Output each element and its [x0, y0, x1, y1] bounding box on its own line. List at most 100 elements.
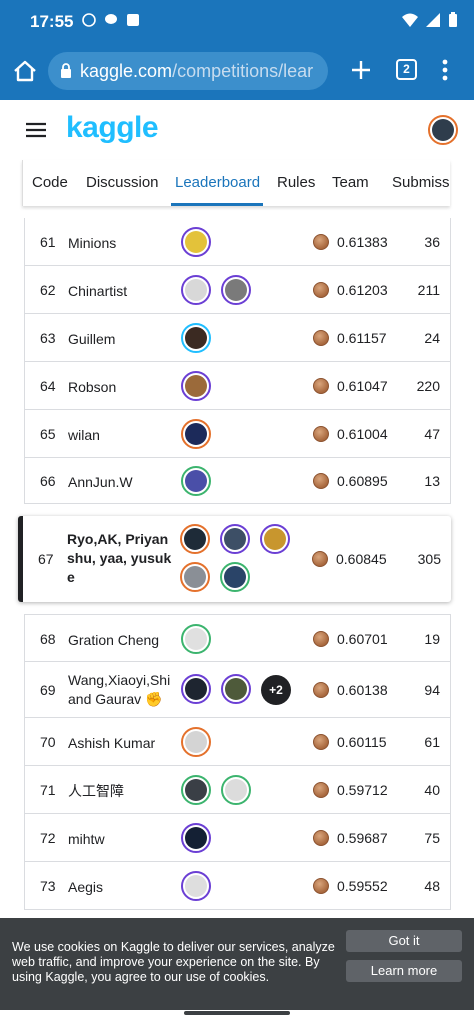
- address-bar[interactable]: kaggle.com/competitions/lear: [48, 52, 328, 90]
- score: 0.60845: [336, 551, 387, 567]
- entries-count: 19: [424, 631, 440, 647]
- member-avatar[interactable]: [181, 275, 211, 305]
- leaderboard-row[interactable]: 70 Ashish Kumar 0.60115 61: [24, 718, 451, 766]
- more-options-icon[interactable]: [438, 57, 452, 83]
- member-avatar[interactable]: [221, 775, 251, 805]
- member-avatar[interactable]: [181, 727, 211, 757]
- tab-code[interactable]: Code: [32, 174, 68, 191]
- team-name[interactable]: Robson: [68, 378, 116, 397]
- leaderboard-row[interactable]: 62 Chinartist 0.61203 211: [24, 266, 451, 314]
- entries-count: 94: [424, 682, 440, 698]
- leaderboard-row[interactable]: 65 wilan 0.61004 47: [24, 410, 451, 458]
- leaderboard-row[interactable]: 66 AnnJun.W 0.60895 13: [24, 458, 451, 504]
- score: 0.61004: [337, 426, 388, 442]
- leaderboard-row[interactable]: 69 Wang,Xiaoyi,Shi and Gaurav ✊ +2 0.601…: [24, 662, 451, 718]
- accept-cookies-button[interactable]: Got it: [346, 930, 462, 952]
- home-icon[interactable]: [12, 58, 38, 84]
- leaderboard-row[interactable]: 71 人工智障 0.59712 40: [24, 766, 451, 814]
- entries-count: 211: [417, 282, 440, 298]
- bronze-medal-icon: [313, 378, 329, 394]
- rank: 65: [40, 426, 56, 442]
- member-avatar[interactable]: [180, 524, 210, 554]
- leaderboard-row[interactable]: 68 Gration Cheng 0.60701 19: [24, 614, 451, 662]
- member-avatar[interactable]: [220, 524, 250, 554]
- score: 0.60701: [337, 631, 388, 647]
- bronze-medal-icon: [313, 426, 329, 442]
- team-name[interactable]: Aegis: [68, 878, 103, 897]
- bronze-medal-icon: [313, 830, 329, 846]
- tab-rules[interactable]: Rules: [277, 174, 315, 191]
- bronze-medal-icon: [313, 282, 329, 298]
- leaderboard-row[interactable]: 64 Robson 0.61047 220: [24, 362, 451, 410]
- tab-team[interactable]: Team: [332, 174, 369, 191]
- score: 0.61383: [337, 234, 388, 250]
- pay-icon: [127, 14, 139, 26]
- team-name[interactable]: Guillem: [68, 330, 115, 349]
- tab-leaderboard[interactable]: Leaderboard: [175, 174, 260, 191]
- team-name[interactable]: 人工智障: [68, 782, 124, 801]
- member-avatar[interactable]: [220, 562, 250, 592]
- entries-count: 61: [424, 734, 440, 750]
- score: 0.61157: [337, 330, 387, 346]
- team-name-line: shu, yaa, yusuk: [67, 550, 172, 566]
- team-name[interactable]: mihtw: [68, 830, 105, 849]
- team-name[interactable]: Wang,Xiaoyi,Shi and Gaurav ✊: [68, 671, 170, 709]
- member-avatar[interactable]: [181, 823, 211, 853]
- competition-tabs: Code Discussion Leaderboard Rules Team S…: [22, 160, 450, 206]
- more-members-badge[interactable]: +2: [261, 675, 291, 705]
- team-name[interactable]: Ryo,AK, Priyan shu, yaa, yusuk e: [67, 530, 175, 587]
- tab-switcher-button[interactable]: 2: [396, 59, 417, 80]
- status-time: 17:55: [30, 12, 74, 31]
- member-avatar[interactable]: [181, 323, 211, 353]
- tab-discussion[interactable]: Discussion: [86, 174, 159, 191]
- member-avatar[interactable]: [221, 275, 251, 305]
- kaggle-logo[interactable]: kaggle: [66, 111, 159, 145]
- member-avatar[interactable]: [260, 524, 290, 554]
- new-tab-icon[interactable]: [348, 57, 374, 83]
- team-name[interactable]: Chinartist: [68, 282, 127, 301]
- url-path: /competitions/lear: [172, 61, 314, 81]
- score: 0.60138: [337, 682, 388, 698]
- leaderboard-row[interactable]: 72 mihtw 0.59687 75: [24, 814, 451, 862]
- leaderboard-row[interactable]: 63 Guillem 0.61157 24: [24, 314, 451, 362]
- entries-count: 48: [424, 878, 440, 894]
- notification-icons: [82, 13, 140, 27]
- team-name-line: and Gaurav ✊: [68, 691, 163, 707]
- member-avatar[interactable]: [181, 674, 211, 704]
- rank: 66: [40, 473, 56, 489]
- tab-submissions[interactable]: Submissio: [392, 174, 450, 191]
- member-avatar[interactable]: [181, 466, 211, 496]
- cookie-message: We use cookies on Kaggle to deliver our …: [12, 940, 335, 984]
- member-avatar[interactable]: [180, 562, 210, 592]
- team-name[interactable]: Gration Cheng: [68, 631, 159, 650]
- member-avatar[interactable]: [181, 371, 211, 401]
- entries-count: 36: [424, 234, 440, 250]
- signal-icon: [426, 13, 440, 27]
- own-team-accent: [18, 516, 23, 602]
- team-name[interactable]: AnnJun.W: [68, 473, 133, 492]
- entries-count: 47: [424, 426, 440, 442]
- lock-icon: [61, 63, 71, 78]
- member-avatar[interactable]: [221, 674, 251, 704]
- url-host: kaggle.com: [80, 61, 173, 81]
- leaderboard-row-own-team[interactable]: 67 Ryo,AK, Priyan shu, yaa, yusuk e 0.60…: [18, 516, 451, 602]
- gesture-handle[interactable]: [184, 1011, 290, 1015]
- member-avatar[interactable]: [181, 624, 211, 654]
- browser-toolbar: kaggle.com/competitions/lear 2: [0, 44, 474, 100]
- leaderboard-row[interactable]: 61 Minions 0.61383 36: [24, 218, 451, 266]
- member-avatar[interactable]: [181, 419, 211, 449]
- member-avatar[interactable]: [181, 871, 211, 901]
- team-name[interactable]: Minions: [68, 234, 116, 253]
- member-avatar[interactable]: [181, 775, 211, 805]
- entries-count: 220: [416, 378, 440, 394]
- member-avatar[interactable]: [181, 227, 211, 257]
- leaderboard-row[interactable]: 73 Aegis 0.59552 48: [24, 862, 451, 910]
- team-name-line: Wang,Xiaoyi,Shi: [68, 672, 171, 688]
- user-avatar[interactable]: [428, 115, 458, 145]
- menu-icon[interactable]: [26, 122, 46, 138]
- learn-more-button[interactable]: Learn more: [346, 960, 462, 982]
- team-name[interactable]: Ashish Kumar: [68, 734, 155, 753]
- score: 0.61203: [337, 282, 388, 298]
- bronze-medal-icon: [313, 234, 329, 250]
- team-name[interactable]: wilan: [68, 426, 100, 445]
